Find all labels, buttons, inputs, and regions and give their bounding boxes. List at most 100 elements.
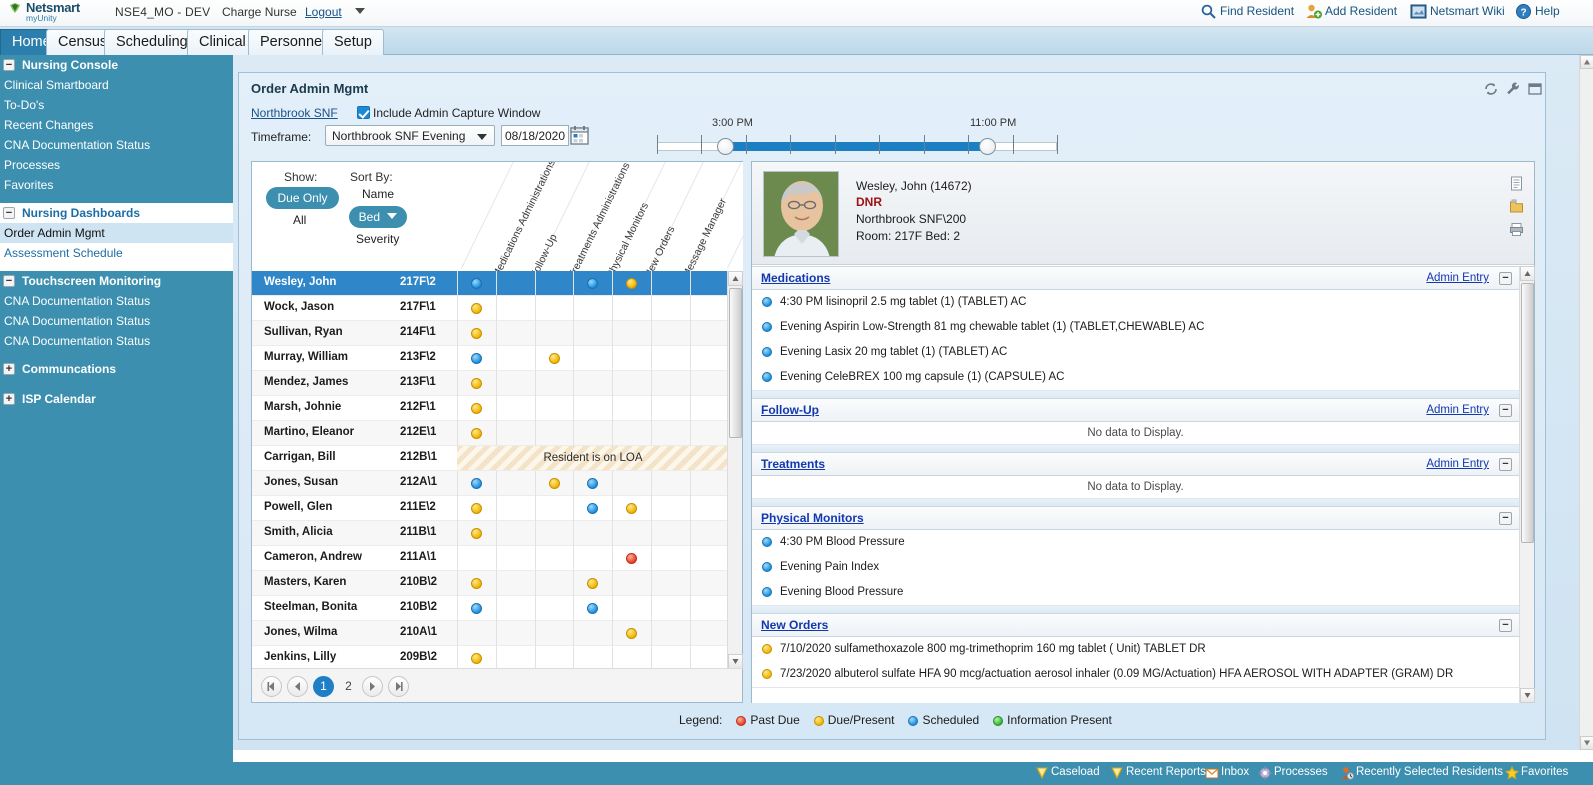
status-indicator[interactable] [587,278,598,289]
footer-item-processes[interactable]: Processes [1258,766,1328,780]
sidebar-item[interactable]: Recent Changes [0,115,233,135]
find-resident-button[interactable]: Find Resident [1200,4,1294,19]
list-item[interactable]: Evening Lasix 20 mg tablet (1) (TABLET) … [752,340,1519,365]
scroll-up-button[interactable] [728,271,743,286]
section-title-link[interactable]: New Orders [761,618,828,632]
table-row[interactable]: Wock, Jason 217F\1 [252,296,729,321]
status-indicator[interactable] [587,578,598,589]
table-row[interactable]: Murray, William 213F\2 [252,346,729,371]
table-row[interactable]: Steelman, Bonita 210B\2 [252,596,729,621]
list-item[interactable]: 4:30 PM Blood Pressure [752,530,1519,555]
sort-severity-option[interactable]: Severity [356,232,399,246]
date-input[interactable]: 08/18/2020 [501,125,569,146]
status-indicator[interactable] [471,528,482,539]
wrench-icon[interactable] [1505,81,1521,97]
status-indicator[interactable] [471,403,482,414]
scroll-down-button[interactable] [728,654,743,669]
first-page-button[interactable] [261,676,282,697]
list-item[interactable]: Evening Aspirin Low-Strength 81 mg chewa… [752,315,1519,340]
sidebar-item[interactable]: CNA Documentation Status [0,291,233,311]
footer-item-recently-selected-residents[interactable]: Recently Selected Residents [1340,766,1503,780]
slider-handle-end[interactable] [979,138,996,155]
status-indicator[interactable] [587,503,598,514]
logout-link[interactable]: Logout [305,5,342,19]
table-row[interactable]: Sullivan, Ryan 214F\1 [252,321,729,346]
show-all-option[interactable]: All [293,213,306,227]
table-row[interactable]: Jenkins, Lilly 209B\2 [252,646,729,669]
scroll-down-button[interactable] [1520,688,1535,703]
help-button[interactable]: ? Help [1515,4,1560,19]
site-link[interactable]: Northbrook SNF [251,106,338,120]
sort-bed-pill[interactable]: Bed [349,206,407,228]
page-2-button[interactable]: 2 [338,676,359,697]
folder-icon[interactable] [1509,199,1524,214]
status-indicator[interactable] [626,278,637,289]
status-indicator[interactable] [471,603,482,614]
sidebar-group-1[interactable]: − Nursing Dashboards [0,203,233,223]
status-indicator[interactable] [471,653,482,664]
collapse-section-button[interactable]: − [1499,404,1512,417]
sidebar-group-0[interactable]: − Nursing Console [0,55,233,75]
status-indicator[interactable] [471,328,482,339]
column-header-4[interactable]: New Orders [642,224,677,271]
sidebar-group-3[interactable]: + Communcations [0,359,233,379]
document-icon[interactable] [1509,176,1524,191]
status-indicator[interactable] [471,478,482,489]
sidebar-item[interactable]: Assessment Schedule [0,243,233,263]
status-indicator[interactable] [626,503,637,514]
tab-setup[interactable]: Setup [322,29,384,55]
scroll-up-button[interactable] [1520,266,1535,281]
column-header-3[interactable]: Physical Monitors [604,201,651,271]
sidebar-item[interactable]: Processes [0,155,233,175]
table-row[interactable]: Cameron, Andrew 211A\1 [252,546,729,571]
prev-page-button[interactable] [287,676,308,697]
status-indicator[interactable] [471,303,482,314]
show-due-only-pill[interactable]: Due Only [266,187,339,209]
status-indicator[interactable] [587,603,598,614]
netsmart-wiki-button[interactable]: Netsmart Wiki [1410,4,1505,19]
footer-item-favorites[interactable]: Favorites [1505,766,1568,780]
list-item[interactable]: Evening CeleBREX 100 mg capsule (1) (CAP… [752,365,1519,390]
page-scrollbar[interactable] [1579,55,1593,750]
table-row[interactable]: Masters, Karen 210B\2 [252,571,729,596]
sidebar-item[interactable]: Order Admin Mgmt [0,223,233,243]
expand-toggle-icon[interactable]: + [3,393,15,405]
next-page-button[interactable] [362,676,383,697]
collapse-section-button[interactable]: − [1499,512,1512,525]
expand-toggle-icon[interactable]: − [3,275,15,287]
collapse-section-button[interactable]: − [1499,458,1512,471]
timeframe-select[interactable]: Northbrook SNF Evening [325,125,495,146]
list-item[interactable]: 7/23/2020 albuterol sulfate HFA 90 mcg/a… [752,662,1519,687]
sidebar-item[interactable]: CNA Documentation Status [0,331,233,351]
sidebar-group-2[interactable]: − Touchscreen Monitoring [0,271,233,291]
slider-handle-start[interactable] [717,138,734,155]
table-row[interactable]: Jones, Susan 212A\1 [252,471,729,496]
expand-toggle-icon[interactable]: + [3,363,15,375]
column-header-1[interactable]: Follow-Up [528,232,560,271]
last-page-button[interactable] [388,676,409,697]
section-title-link[interactable]: Treatments [761,457,825,471]
status-indicator[interactable] [587,478,598,489]
add-resident-button[interactable]: Add Resident [1305,4,1397,19]
list-item[interactable]: Evening Pain Index [752,555,1519,580]
table-row[interactable]: Jones, Wilma 210A\1 [252,621,729,646]
expand-toggle-icon[interactable]: − [3,59,15,71]
status-indicator[interactable] [549,478,560,489]
minimize-icon[interactable] [1527,81,1543,97]
sidebar-item[interactable]: Clinical Smartboard [0,75,233,95]
sidebar-item[interactable]: CNA Documentation Status [0,311,233,331]
status-indicator[interactable] [471,378,482,389]
expand-toggle-icon[interactable]: − [3,207,15,219]
include-admin-capture-checkbox[interactable] [357,106,370,119]
grid-scrollbar[interactable] [727,271,743,669]
collapse-section-button[interactable]: − [1499,619,1512,632]
sidebar-group-4[interactable]: + ISP Calendar [0,389,233,409]
sidebar-item[interactable]: CNA Documentation Status [0,135,233,155]
section-title-link[interactable]: Medications [761,271,830,285]
footer-item-inbox[interactable]: Inbox [1205,766,1249,779]
status-indicator[interactable] [471,278,482,289]
status-indicator[interactable] [471,578,482,589]
status-indicator[interactable] [471,428,482,439]
detail-scrollbar[interactable] [1519,266,1535,703]
footer-item-recent-reports[interactable]: Recent Reports [1110,766,1206,780]
